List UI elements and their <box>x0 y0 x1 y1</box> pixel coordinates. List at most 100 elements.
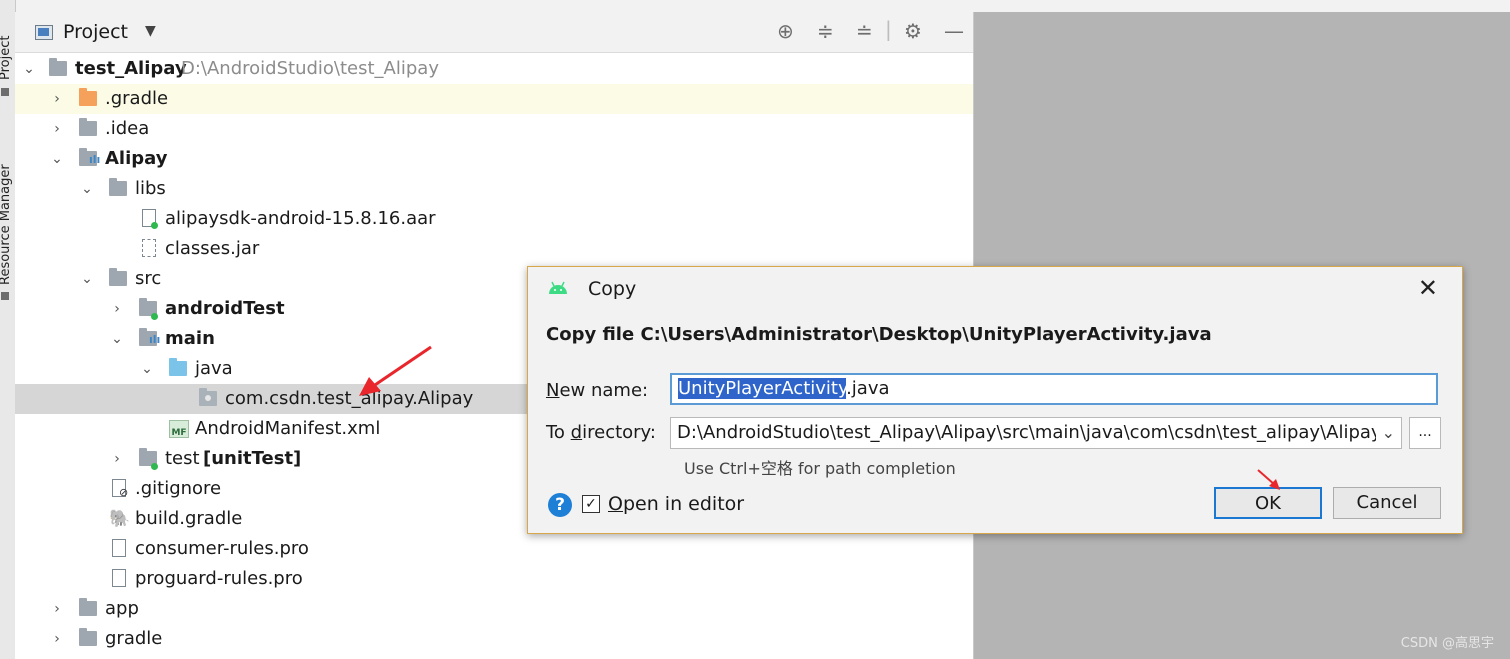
module-folder-icon <box>49 58 67 76</box>
tree-label: java <box>195 358 233 379</box>
project-path: D:\AndroidStudio\test_Alipay <box>181 58 439 79</box>
tree-label: consumer-rules.pro <box>135 538 309 559</box>
tree-label: proguard-rules.pro <box>135 568 303 589</box>
project-view-icon <box>35 25 53 40</box>
package-icon <box>199 388 217 406</box>
module-bars-icon: ılı <box>89 153 101 166</box>
chevron-down-icon[interactable]: ⌄ <box>1375 418 1395 448</box>
tree-row-gradle[interactable]: › gradle <box>15 624 973 654</box>
new-name-extension: .java <box>846 378 890 399</box>
chevron-right-icon[interactable]: › <box>49 114 65 144</box>
chevron-down-icon[interactable]: ⌄ <box>21 54 37 84</box>
tree-label: main <box>165 328 215 349</box>
chevron-down-icon[interactable]: ⌄ <box>109 324 125 354</box>
tree-label: test <box>165 448 200 469</box>
tree-label: androidTest <box>165 298 285 319</box>
tree-label: test_Alipay <box>75 58 187 79</box>
new-name-label: New name: <box>546 380 649 401</box>
cancel-button[interactable]: Cancel <box>1333 487 1441 519</box>
tree-label: .gradle <box>105 88 169 109</box>
tab-separator-icon <box>1 292 9 300</box>
copy-file-heading: Copy file C:\Users\Administrator\Desktop… <box>546 324 1212 345</box>
green-dot-icon <box>151 313 158 320</box>
copy-dialog: Copy ✕ Copy file C:\Users\Administrator\… <box>527 266 1463 534</box>
chevron-down-icon[interactable]: ⌄ <box>79 264 95 294</box>
close-icon[interactable]: ✕ <box>1418 274 1438 302</box>
locate-icon[interactable]: ⊕ <box>777 20 794 42</box>
path-completion-hint: Use Ctrl+空格 for path completion <box>684 459 956 478</box>
tree-label: AndroidManifest.xml <box>195 418 381 439</box>
tree-row-aar[interactable]: alipaysdk-android-15.8.16.aar <box>15 204 973 234</box>
chevron-down-icon[interactable]: ⌄ <box>79 174 95 204</box>
tree-label: app <box>105 598 139 619</box>
manifest-file-icon: MF <box>169 420 189 438</box>
tab-separator-icon <box>1 88 9 96</box>
jar-file-icon <box>142 239 156 257</box>
annotation-arrow <box>1257 469 1280 490</box>
folder-icon <box>109 268 127 286</box>
window-top-edge <box>0 0 1510 12</box>
tree-label: com.csdn.test_alipay.Alipay <box>225 388 474 409</box>
open-in-editor-label[interactable]: Open in editor <box>608 493 744 515</box>
tree-label: src <box>135 268 162 289</box>
tree-label: classes.jar <box>165 238 260 259</box>
to-directory-select[interactable]: D:\AndroidStudio\test_Alipay\Alipay\src\… <box>670 417 1402 449</box>
chevron-down-icon[interactable]: ⌄ <box>49 144 65 174</box>
tool-window-strip: Project Resource Manager <box>0 0 16 659</box>
gear-icon[interactable]: ⚙ <box>904 20 922 42</box>
chevron-right-icon[interactable]: › <box>49 84 65 114</box>
to-directory-value: D:\AndroidStudio\test_Alipay\Alipay\src\… <box>677 422 1382 443</box>
tree-label: .idea <box>105 118 150 139</box>
tree-row-consumer-rules[interactable]: consumer-rules.pro <box>15 534 973 564</box>
hide-icon[interactable]: — <box>944 20 964 42</box>
browse-button[interactable]: ... <box>1409 417 1441 449</box>
tree-row-app[interactable]: › app <box>15 594 973 624</box>
chevron-right-icon[interactable]: › <box>109 444 125 474</box>
annotation-arrow <box>359 345 432 396</box>
tree-label: alipaysdk-android-15.8.16.aar <box>165 208 436 229</box>
tree-label: build.gradle <box>135 508 243 529</box>
text-file-icon <box>112 569 126 587</box>
chevron-right-icon[interactable]: › <box>109 294 125 324</box>
project-tool-tab[interactable]: Project <box>0 0 16 80</box>
project-panel-header: Project ▼ ⊕ ≑ ≐ | ⚙ — <box>15 12 973 53</box>
project-view-title[interactable]: Project <box>63 21 128 43</box>
gradle-elephant-icon: 🐘 <box>109 509 131 529</box>
folder-icon <box>79 118 97 136</box>
to-directory-label: To directory: <box>546 422 656 443</box>
folder-icon <box>79 598 97 616</box>
tree-row-proguard-rules[interactable]: proguard-rules.pro <box>15 564 973 594</box>
tree-label: gradle <box>105 628 163 649</box>
expand-all-icon[interactable]: ≑ <box>817 20 834 42</box>
chevron-right-icon[interactable]: › <box>49 594 65 624</box>
folder-icon <box>79 628 97 646</box>
android-icon <box>549 281 567 294</box>
caret-down-icon[interactable]: ▼ <box>145 23 156 39</box>
tree-row-libs[interactable]: ⌄ libs <box>15 174 973 204</box>
chevron-right-icon[interactable]: › <box>49 624 65 654</box>
open-in-editor-checkbox[interactable]: ✓ <box>582 495 600 513</box>
tree-row-gradle-dir[interactable]: › .gradle <box>15 84 973 114</box>
resource-manager-tool-tab[interactable]: Resource Manager <box>0 140 16 285</box>
tree-label: .gitignore <box>135 478 222 499</box>
text-file-icon <box>112 539 126 557</box>
new-name-selection: UnityPlayerActivity <box>678 378 847 399</box>
new-name-input[interactable]: UnityPlayerActivity.java <box>670 373 1438 405</box>
header-divider: | <box>885 17 892 41</box>
tree-row-classes-jar[interactable]: classes.jar <box>15 234 973 264</box>
tree-row-alipay-module[interactable]: ⌄ ılı Alipay <box>15 144 973 174</box>
chevron-down-icon[interactable]: ⌄ <box>139 354 155 384</box>
android-badge-icon <box>151 222 158 229</box>
tree-label-suffix: [unitTest] <box>203 448 302 469</box>
tree-label: libs <box>135 178 166 199</box>
dialog-title: Copy <box>588 278 637 300</box>
folder-icon <box>109 178 127 196</box>
help-icon[interactable]: ? <box>548 493 572 517</box>
folder-icon <box>79 88 97 106</box>
collapse-all-icon[interactable]: ≐ <box>856 20 873 42</box>
tree-label: Alipay <box>105 148 168 169</box>
watermark: CSDN @高思宇 <box>1400 636 1494 651</box>
tree-row-test-alipay[interactable]: ⌄ test_Alipay D:\AndroidStudio\test_Alip… <box>15 54 973 84</box>
tree-row-idea[interactable]: › .idea <box>15 114 973 144</box>
source-root-folder-icon <box>169 358 187 376</box>
